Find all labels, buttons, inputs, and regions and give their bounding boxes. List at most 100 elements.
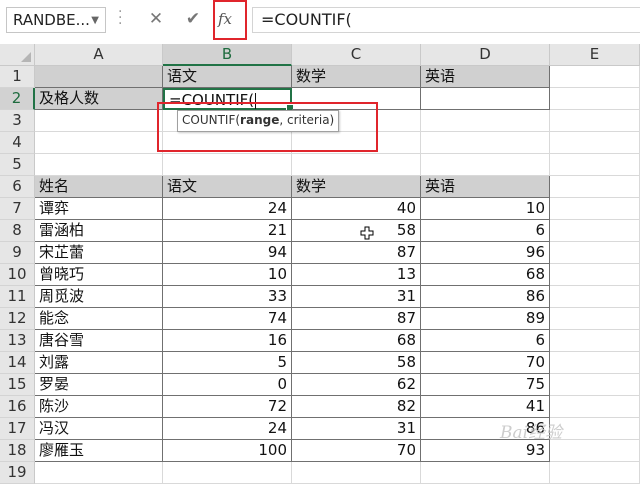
row-header-2[interactable]: 2 bbox=[0, 88, 35, 110]
score-cell[interactable]: 31 bbox=[292, 418, 421, 440]
cell[interactable] bbox=[292, 462, 421, 484]
table-header[interactable]: 数学 bbox=[292, 176, 421, 198]
score-cell[interactable]: 86 bbox=[421, 286, 550, 308]
row-header-14[interactable]: 14 bbox=[0, 352, 35, 374]
score-cell[interactable]: 87 bbox=[292, 242, 421, 264]
score-cell[interactable]: 62 bbox=[292, 374, 421, 396]
row-header-18[interactable]: 18 bbox=[0, 440, 35, 462]
name-cell[interactable]: 能念 bbox=[35, 308, 163, 330]
cell[interactable] bbox=[550, 396, 640, 418]
cell[interactable] bbox=[35, 154, 163, 176]
name-cell[interactable]: 刘露 bbox=[35, 352, 163, 374]
score-cell[interactable]: 6 bbox=[421, 220, 550, 242]
name-cell[interactable]: 谭弈 bbox=[35, 198, 163, 220]
chevron-down-icon[interactable]: ▼ bbox=[91, 15, 105, 26]
score-cell[interactable]: 82 bbox=[292, 396, 421, 418]
cell[interactable] bbox=[35, 132, 163, 154]
score-cell[interactable]: 89 bbox=[421, 308, 550, 330]
cell[interactable] bbox=[550, 462, 640, 484]
cell[interactable] bbox=[550, 352, 640, 374]
score-cell[interactable]: 24 bbox=[163, 418, 292, 440]
score-cell[interactable]: 68 bbox=[292, 330, 421, 352]
top-table-header[interactable]: 英语 bbox=[421, 66, 550, 88]
column-header-c[interactable]: C bbox=[292, 44, 421, 66]
cell[interactable] bbox=[35, 110, 163, 132]
row-header-7[interactable]: 7 bbox=[0, 198, 35, 220]
score-cell[interactable]: 5 bbox=[163, 352, 292, 374]
score-cell[interactable]: 58 bbox=[292, 352, 421, 374]
score-cell[interactable]: 21 bbox=[163, 220, 292, 242]
cell[interactable] bbox=[550, 154, 640, 176]
cell[interactable] bbox=[550, 220, 640, 242]
score-cell[interactable]: 24 bbox=[163, 198, 292, 220]
name-cell[interactable]: 宋芷蕾 bbox=[35, 242, 163, 264]
score-cell[interactable]: 31 bbox=[292, 286, 421, 308]
score-cell[interactable]: 68 bbox=[421, 264, 550, 286]
row-header-19[interactable]: 19 bbox=[0, 462, 35, 484]
cell[interactable] bbox=[550, 88, 640, 110]
table-header[interactable]: 姓名 bbox=[35, 176, 163, 198]
row-header-13[interactable]: 13 bbox=[0, 330, 35, 352]
score-cell[interactable]: 75 bbox=[421, 374, 550, 396]
cell[interactable] bbox=[421, 462, 550, 484]
score-cell[interactable]: 16 bbox=[163, 330, 292, 352]
cancel-icon[interactable]: ✕ bbox=[145, 9, 167, 29]
score-cell[interactable]: 87 bbox=[292, 308, 421, 330]
cell[interactable] bbox=[550, 110, 640, 132]
score-cell[interactable]: 0 bbox=[163, 374, 292, 396]
cell[interactable] bbox=[550, 330, 640, 352]
cell[interactable] bbox=[550, 264, 640, 286]
english-pass-cell[interactable] bbox=[421, 88, 550, 110]
row-header-11[interactable]: 11 bbox=[0, 286, 35, 308]
table-header[interactable]: 英语 bbox=[421, 176, 550, 198]
cell[interactable] bbox=[550, 418, 640, 440]
cell[interactable] bbox=[163, 154, 292, 176]
cell[interactable] bbox=[292, 154, 421, 176]
cell[interactable] bbox=[163, 462, 292, 484]
cell[interactable] bbox=[550, 176, 640, 198]
score-cell[interactable]: 70 bbox=[421, 352, 550, 374]
score-cell[interactable]: 41 bbox=[421, 396, 550, 418]
cell[interactable] bbox=[550, 66, 640, 88]
score-cell[interactable]: 6 bbox=[421, 330, 550, 352]
column-header-b[interactable]: B bbox=[163, 44, 292, 66]
row-header-12[interactable]: 12 bbox=[0, 308, 35, 330]
row-header-9[interactable]: 9 bbox=[0, 242, 35, 264]
score-cell[interactable]: 94 bbox=[163, 242, 292, 264]
cell[interactable] bbox=[35, 462, 163, 484]
score-cell[interactable]: 93 bbox=[421, 440, 550, 462]
row-header-5[interactable]: 5 bbox=[0, 154, 35, 176]
drag-handle-icon[interactable]: · · · bbox=[118, 5, 122, 31]
column-header-a[interactable]: A bbox=[35, 44, 163, 66]
name-cell[interactable]: 雷涵柏 bbox=[35, 220, 163, 242]
score-cell[interactable]: 70 bbox=[292, 440, 421, 462]
cell[interactable] bbox=[550, 286, 640, 308]
name-cell[interactable]: 冯汉 bbox=[35, 418, 163, 440]
row-header-8[interactable]: 8 bbox=[0, 220, 35, 242]
formula-input[interactable]: =COUNTIF( bbox=[252, 7, 640, 33]
top-table-header-blank[interactable] bbox=[35, 66, 163, 88]
name-box[interactable]: RANDBE... ▼ bbox=[6, 7, 106, 33]
cell[interactable] bbox=[421, 154, 550, 176]
cell[interactable] bbox=[550, 242, 640, 264]
top-table-header[interactable]: 数学 bbox=[292, 66, 421, 88]
cell[interactable] bbox=[421, 132, 550, 154]
row-header-17[interactable]: 17 bbox=[0, 418, 35, 440]
score-cell[interactable]: 10 bbox=[163, 264, 292, 286]
name-cell[interactable]: 陈沙 bbox=[35, 396, 163, 418]
row-header-1[interactable]: 1 bbox=[0, 66, 35, 88]
score-cell[interactable]: 74 bbox=[163, 308, 292, 330]
row-header-15[interactable]: 15 bbox=[0, 374, 35, 396]
column-header-e[interactable]: E bbox=[550, 44, 640, 66]
score-cell[interactable]: 10 bbox=[421, 198, 550, 220]
row-header-16[interactable]: 16 bbox=[0, 396, 35, 418]
cell[interactable] bbox=[550, 198, 640, 220]
pass-count-label[interactable]: 及格人数 bbox=[35, 88, 163, 110]
name-cell[interactable]: 周觅波 bbox=[35, 286, 163, 308]
score-cell[interactable]: 100 bbox=[163, 440, 292, 462]
score-cell[interactable]: 96 bbox=[421, 242, 550, 264]
name-cell[interactable]: 曾晓巧 bbox=[35, 264, 163, 286]
cell[interactable] bbox=[550, 308, 640, 330]
score-cell[interactable]: 33 bbox=[163, 286, 292, 308]
cell[interactable] bbox=[550, 132, 640, 154]
